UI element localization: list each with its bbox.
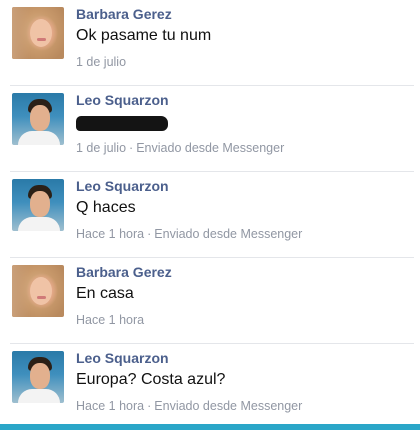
avatar-barbara[interactable] bbox=[12, 7, 64, 59]
author-name[interactable]: Barbara Gerez bbox=[76, 6, 172, 22]
message-timestamp[interactable]: Hace 1 hora bbox=[76, 227, 144, 241]
avatar-barbara[interactable] bbox=[12, 265, 64, 317]
author-name[interactable]: Barbara Gerez bbox=[76, 264, 172, 280]
message-timestamp[interactable]: Hace 1 hora bbox=[76, 313, 144, 327]
message-item: Barbara Gerez En casa Hace 1 hora bbox=[0, 258, 420, 344]
message-meta: 1 de julio bbox=[76, 55, 126, 69]
avatar-leo[interactable] bbox=[12, 93, 64, 145]
message-meta: Hace 1 hora bbox=[76, 313, 144, 327]
meta-separator: · bbox=[147, 399, 152, 413]
message-timestamp[interactable]: Hace 1 hora bbox=[76, 399, 144, 413]
message-meta: Hace 1 hora · Enviado desde Messenger bbox=[76, 227, 302, 241]
message-thread: Barbara Gerez Ok pasame tu num 1 de juli… bbox=[0, 0, 420, 430]
message-item: Leo Squarzon Q haces Hace 1 hora · Enviado… bbox=[0, 172, 420, 258]
bottom-accent-bar bbox=[0, 424, 420, 430]
author-name[interactable]: Leo Squarzon bbox=[76, 350, 169, 366]
sent-via-label: Enviado desde Messenger bbox=[154, 227, 303, 241]
message-text: En casa bbox=[76, 285, 134, 302]
message-meta: Hace 1 hora · Enviado desde Messenger bbox=[76, 399, 302, 413]
avatar-leo[interactable] bbox=[12, 351, 64, 403]
sent-via-label: Enviado desde Messenger bbox=[136, 141, 285, 155]
message-item: Leo Squarzon 1 de julio · Enviado desde Me… bbox=[0, 86, 420, 172]
meta-separator: · bbox=[147, 227, 152, 241]
message-text: Q haces bbox=[76, 199, 136, 216]
message-item: Barbara Gerez Ok pasame tu num 1 de juli… bbox=[0, 0, 420, 86]
avatar-leo[interactable] bbox=[12, 179, 64, 231]
author-name[interactable]: Leo Squarzon bbox=[76, 92, 169, 108]
message-timestamp[interactable]: 1 de julio bbox=[76, 55, 126, 69]
meta-separator: · bbox=[129, 141, 134, 155]
redacted-text bbox=[76, 116, 168, 131]
author-name[interactable]: Leo Squarzon bbox=[76, 178, 169, 194]
message-text: Europa? Costa azul? bbox=[76, 371, 226, 388]
message-text: Ok pasame tu num bbox=[76, 27, 212, 44]
message-meta: 1 de julio · Enviado desde Messenger bbox=[76, 141, 284, 155]
sent-via-label: Enviado desde Messenger bbox=[154, 399, 303, 413]
message-timestamp[interactable]: 1 de julio bbox=[76, 141, 126, 155]
message-item: Leo Squarzon Europa? Costa azul? Hace 1 … bbox=[0, 344, 420, 430]
